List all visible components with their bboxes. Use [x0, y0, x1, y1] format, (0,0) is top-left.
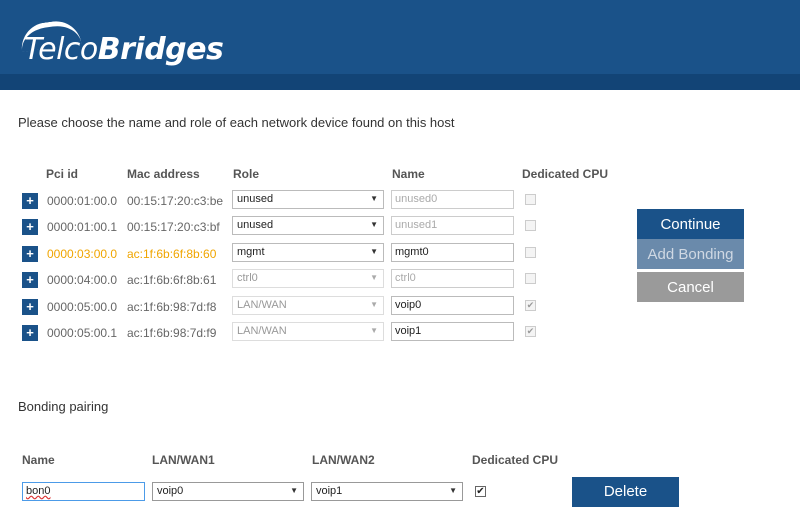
bonding-section-title: Bonding pairing — [18, 399, 109, 414]
dedicated-cpu-checkbox[interactable]: ✔ — [525, 300, 536, 311]
chevron-down-icon: ▼ — [370, 273, 378, 282]
check-icon: ✔ — [526, 326, 535, 336]
col-header-cpu: Dedicated CPU — [522, 167, 609, 181]
intro-text: Please choose the name and role of each … — [18, 115, 455, 130]
pci-id: 0000:04:00.0 — [47, 273, 118, 287]
role-select[interactable]: LAN/WAN ▼ — [232, 322, 384, 341]
mac-address: ac:1f:6b:98:7d:f8 — [127, 300, 217, 314]
device-row: +0000:05:00.0 ac:1f:6b:98:7d:f8 LAN/WAN ▼ vo… — [20, 296, 620, 318]
device-name-input[interactable]: ctrl0 — [391, 269, 514, 288]
chevron-down-icon: ▼ — [370, 247, 378, 256]
mac-address: ac:1f:6b:6f:8b:60 — [127, 247, 217, 261]
role-value: unused — [237, 193, 274, 205]
mac-address: 00:15:17:20:c3:bf — [127, 220, 220, 234]
chevron-down-icon: ▼ — [370, 300, 378, 309]
dedicated-cpu-checkbox[interactable] — [525, 194, 536, 205]
device-row: +0000:04:00.0 ac:1f:6b:6f:8b:61 ctrl0 ▼ ctrl… — [20, 269, 620, 291]
expand-plus-icon[interactable]: + — [22, 272, 38, 288]
chevron-down-icon: ▼ — [370, 220, 378, 229]
bond-col-header-lan2: LAN/WAN2 — [312, 453, 375, 467]
device-name-input[interactable]: unused0 — [391, 190, 514, 209]
bond-lan2-select[interactable]: voip1 ▼ — [311, 482, 463, 501]
dedicated-cpu-checkbox[interactable] — [525, 220, 536, 231]
bond-dedicated-cpu-checkbox[interactable]: ✔ — [475, 486, 486, 497]
delete-bonding-button[interactable]: Delete — [572, 477, 679, 507]
check-icon: ✔ — [526, 300, 535, 310]
pci-id: 0000:01:00.0 — [47, 194, 118, 208]
chevron-down-icon: ▼ — [290, 486, 298, 495]
device-name-input[interactable]: voip0 — [391, 296, 514, 315]
chevron-down-icon: ▼ — [370, 326, 378, 335]
logo-text: TelcoBridges — [24, 32, 224, 67]
pci-id: 0000:05:00.1 — [47, 326, 118, 340]
telcobridges-logo: TelcoBridges — [18, 17, 224, 67]
bond-col-header-lan1: LAN/WAN1 — [152, 453, 215, 467]
dedicated-cpu-checkbox[interactable]: ✔ — [525, 326, 536, 337]
device-row: +0000:01:00.1 00:15:17:20:c3:bf unused ▼ unu… — [20, 216, 620, 238]
bond-name-input[interactable]: bon0 — [22, 482, 145, 501]
device-row: +0000:05:00.1 ac:1f:6b:98:7d:f9 LAN/WAN ▼ vo… — [20, 322, 620, 344]
chevron-down-icon: ▼ — [449, 486, 457, 495]
check-icon: ✔ — [476, 486, 485, 497]
role-select[interactable]: unused ▼ — [232, 190, 384, 209]
role-value: unused — [237, 219, 274, 231]
device-row: +0000:01:00.0 00:15:17:20:c3:be unused ▼ unu… — [20, 190, 620, 212]
col-header-mac: Mac address — [127, 167, 200, 181]
cancel-button[interactable]: Cancel — [637, 272, 744, 302]
role-value: LAN/WAN — [237, 299, 287, 311]
mac-address: 00:15:17:20:c3:be — [127, 194, 224, 208]
expand-plus-icon[interactable]: + — [22, 299, 38, 315]
expand-plus-icon[interactable]: + — [22, 246, 38, 262]
role-select[interactable]: mgmt ▼ — [232, 243, 384, 262]
device-name-input[interactable]: voip1 — [391, 322, 514, 341]
bond-col-header-cpu: Dedicated CPU — [472, 453, 559, 467]
expand-plus-icon[interactable]: + — [22, 193, 38, 209]
dedicated-cpu-checkbox[interactable] — [525, 273, 536, 284]
continue-button[interactable]: Continue — [637, 209, 744, 239]
add-bonding-button[interactable]: Add Bonding — [637, 239, 744, 269]
expand-plus-icon[interactable]: + — [22, 219, 38, 235]
app-header: TelcoBridges — [0, 0, 800, 90]
col-header-role: Role — [233, 167, 260, 181]
device-row: +0000:03:00.0 ac:1f:6b:6f:8b:60 mgmt ▼ mgmt0 — [20, 243, 620, 265]
role-select[interactable]: LAN/WAN ▼ — [232, 296, 384, 315]
pci-id: 0000:05:00.0 — [47, 300, 118, 314]
role-value: ctrl0 — [237, 272, 258, 284]
expand-plus-icon[interactable]: + — [22, 325, 38, 341]
bond-lan1-select[interactable]: voip0 ▼ — [152, 482, 304, 501]
role-select[interactable]: ctrl0 ▼ — [232, 269, 384, 288]
bond-col-header-name: Name — [22, 453, 55, 467]
pci-id: 0000:01:00.1 — [47, 220, 118, 234]
role-value: LAN/WAN — [237, 325, 287, 337]
role-value: mgmt — [237, 246, 265, 258]
dedicated-cpu-checkbox[interactable] — [525, 247, 536, 258]
role-select[interactable]: unused ▼ — [232, 216, 384, 235]
chevron-down-icon: ▼ — [370, 194, 378, 203]
header-stripe — [0, 74, 800, 90]
mac-address: ac:1f:6b:6f:8b:61 — [127, 273, 217, 287]
col-header-pci: Pci id — [46, 167, 79, 181]
device-name-input[interactable]: mgmt0 — [391, 243, 514, 262]
pci-id: 0000:03:00.0 — [47, 247, 118, 261]
mac-address: ac:1f:6b:98:7d:f9 — [127, 326, 217, 340]
device-name-input[interactable]: unused1 — [391, 216, 514, 235]
col-header-name: Name — [392, 167, 425, 181]
